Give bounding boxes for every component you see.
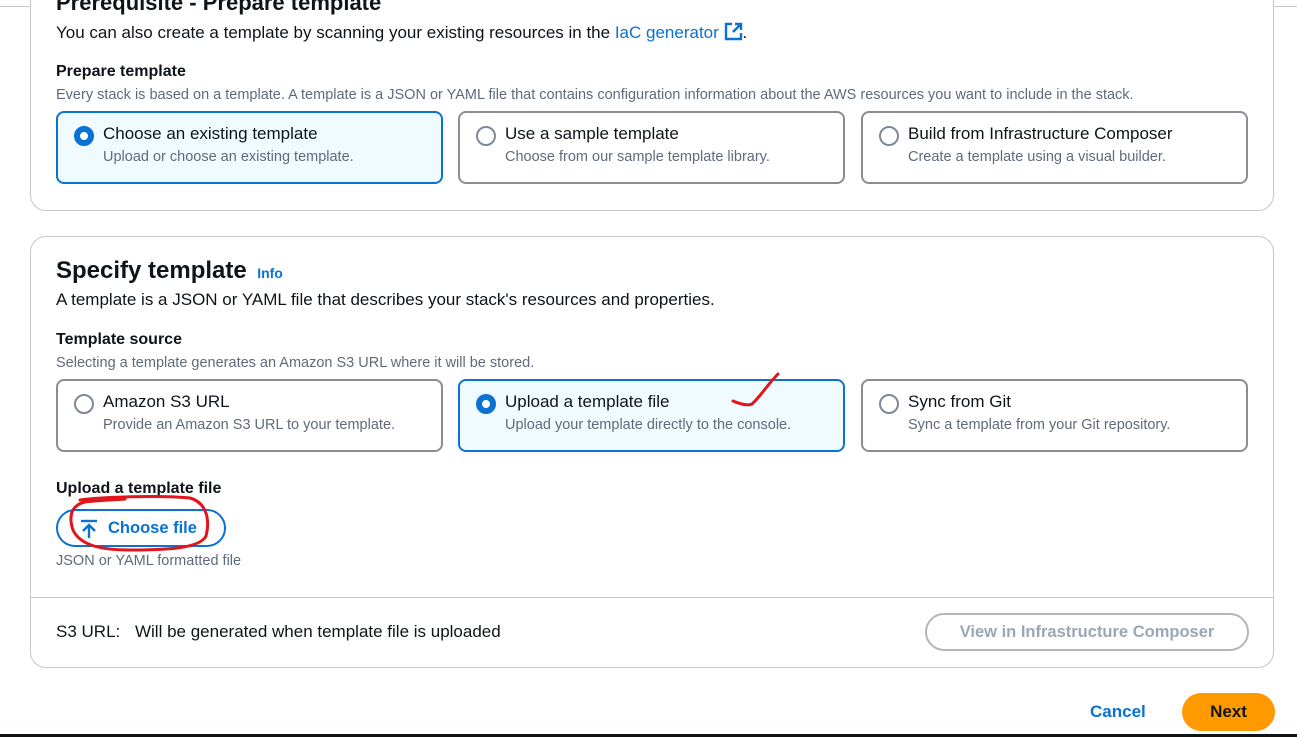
intro-end: . bbox=[742, 23, 748, 42]
s3-url-row: S3 URL: Will be generated when template … bbox=[56, 622, 501, 642]
next-button[interactable]: Next bbox=[1182, 693, 1275, 731]
choose-file-label: Choose file bbox=[108, 519, 197, 537]
radio-button[interactable] bbox=[74, 394, 94, 414]
radio-button[interactable] bbox=[879, 394, 899, 414]
source-amazon-s3-url[interactable]: Amazon S3 URL Provide an Amazon S3 URL t… bbox=[56, 379, 443, 452]
choose-file-button[interactable]: Choose file bbox=[56, 509, 226, 547]
source-sync-from-git[interactable]: Sync from Git Sync a template from your … bbox=[861, 379, 1248, 452]
radio-button-selected[interactable] bbox=[476, 394, 496, 414]
prerequisite-intro: You can also create a template by scanni… bbox=[56, 22, 747, 46]
option-desc: Upload or choose an existing template. bbox=[103, 149, 354, 165]
cancel-button[interactable]: Cancel bbox=[1090, 702, 1146, 722]
intro-text: You can also create a template by scanni… bbox=[56, 23, 611, 42]
option-title: Upload a template file bbox=[505, 392, 670, 411]
template-source-desc: Selecting a template generates an Amazon… bbox=[56, 355, 535, 371]
info-link[interactable]: Info bbox=[257, 265, 283, 281]
template-source-label: Template source bbox=[56, 331, 182, 348]
section-divider bbox=[31, 597, 1273, 598]
option-use-sample-template[interactable]: Use a sample template Choose from our sa… bbox=[458, 111, 845, 184]
radio-button[interactable] bbox=[476, 126, 496, 146]
external-link-icon[interactable] bbox=[724, 22, 743, 46]
option-desc: Create a template using a visual builder… bbox=[908, 149, 1166, 165]
view-in-composer-button: View in Infrastructure Composer bbox=[925, 613, 1249, 651]
option-desc: Sync a template from your Git repository… bbox=[908, 417, 1171, 433]
upload-template-label: Upload a template file bbox=[56, 480, 222, 497]
option-title: Build from Infrastructure Composer bbox=[908, 124, 1173, 143]
iac-generator-link[interactable]: IaC generator bbox=[615, 23, 719, 42]
source-upload-template-file[interactable]: Upload a template file Upload your templ… bbox=[458, 379, 845, 452]
file-format-hint: JSON or YAML formatted file bbox=[56, 553, 242, 569]
specify-template-heading: Specify template Info bbox=[56, 257, 283, 285]
prepare-template-desc: Every stack is based on a template. A te… bbox=[56, 87, 1134, 103]
option-desc: Choose from our sample template library. bbox=[505, 149, 770, 165]
option-title: Sync from Git bbox=[908, 392, 1011, 411]
prerequisite-title: Prerequisite - Prepare template bbox=[56, 0, 382, 15]
prepare-template-label: Prepare template bbox=[56, 63, 186, 80]
option-desc: Provide an Amazon S3 URL to your templat… bbox=[103, 417, 396, 433]
s3-url-label: S3 URL: bbox=[56, 622, 121, 641]
view-in-composer-label: View in Infrastructure Composer bbox=[959, 623, 1215, 641]
s3-url-value: Will be generated when template file is … bbox=[134, 622, 501, 641]
option-choose-existing-template[interactable]: Choose an existing template Upload or ch… bbox=[56, 111, 443, 184]
option-title: Choose an existing template bbox=[103, 124, 318, 143]
specify-template-title: Specify template bbox=[56, 257, 247, 284]
radio-button-selected[interactable] bbox=[74, 126, 94, 146]
next-label: Next bbox=[1210, 702, 1247, 721]
option-title: Use a sample template bbox=[505, 124, 679, 143]
radio-button[interactable] bbox=[879, 126, 899, 146]
upload-arrow-icon bbox=[80, 519, 98, 544]
option-desc: Upload your template directly to the con… bbox=[505, 417, 792, 433]
option-build-from-composer[interactable]: Build from Infrastructure Composer Creat… bbox=[861, 111, 1248, 184]
specify-template-desc: A template is a JSON or YAML file that d… bbox=[56, 290, 715, 309]
option-title: Amazon S3 URL bbox=[103, 392, 230, 411]
